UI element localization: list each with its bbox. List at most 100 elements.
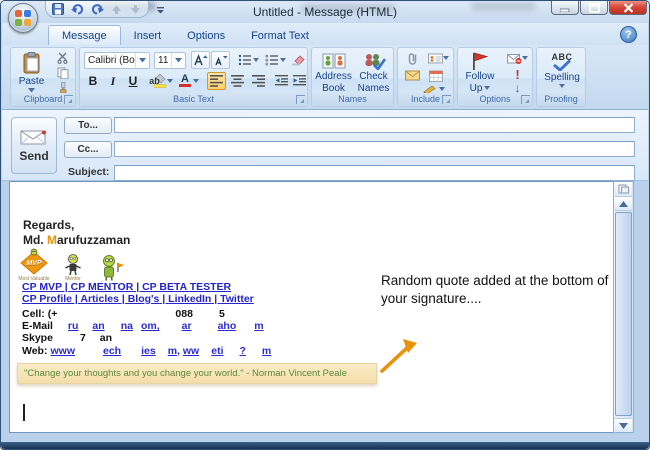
scroll-down-button[interactable] [615, 418, 632, 432]
contact-link-fragment[interactable]: ww [183, 345, 199, 357]
align-center-button[interactable] [228, 72, 247, 90]
include-dialog-launcher[interactable] [442, 95, 451, 104]
signature-link[interactable]: Twitter [220, 293, 254, 305]
signature-link[interactable]: CP MENTOR [71, 281, 134, 293]
next-item-icon[interactable] [128, 2, 144, 17]
basic-text-dialog-launcher[interactable] [296, 95, 305, 104]
calendar-icon[interactable] [425, 68, 447, 83]
to-field[interactable] [114, 117, 635, 133]
contact-link-fragment[interactable]: an [92, 320, 104, 332]
redacted-gap [193, 316, 219, 317]
font-size-dropdown-icon [171, 53, 185, 68]
help-icon[interactable]: ? [620, 26, 637, 43]
numbering-icon[interactable] [263, 51, 287, 69]
font-color-button[interactable]: A [176, 72, 202, 90]
signature-link[interactable]: CP MVP [22, 281, 62, 293]
clear-formatting-icon[interactable] [289, 51, 307, 69]
options-dialog-launcher[interactable] [521, 95, 530, 104]
contact-link-fragment[interactable]: ? [240, 345, 246, 357]
group-names: Address Book Check Names Names [311, 47, 394, 107]
quick-access-toolbar [45, 1, 149, 18]
font-size-combo[interactable]: 11 [154, 52, 186, 69]
scrollbar-top-button[interactable] [615, 182, 632, 197]
office-button[interactable] [8, 3, 38, 33]
permission-icon[interactable] [504, 51, 531, 65]
address-book-button[interactable]: Address Book [314, 49, 353, 94]
contact-link-fragment[interactable]: aho [218, 320, 237, 332]
cc-field[interactable] [114, 141, 635, 157]
minimize-button[interactable] [551, 1, 579, 15]
undo-icon[interactable] [69, 2, 85, 17]
contact-link-fragment[interactable]: m [254, 320, 263, 332]
contact-link-fragment[interactable]: ru [68, 320, 79, 332]
spelling-dropdown-icon [559, 84, 565, 89]
high-importance-icon[interactable]: ! [504, 67, 531, 81]
contact-line: Cell:(+0885 [22, 308, 271, 320]
redacted-gap [224, 353, 240, 354]
contact-link-fragment[interactable]: m [262, 345, 271, 357]
scrollbar-thumb[interactable] [615, 212, 632, 416]
redacted-gap [236, 328, 254, 329]
signature-link[interactable]: LinkedIn [168, 293, 211, 305]
signature-link[interactable]: Articles [80, 293, 119, 305]
underline-button[interactable]: U [124, 72, 142, 90]
contact-link-fragment[interactable]: ies [141, 345, 156, 357]
align-right-button[interactable] [249, 72, 268, 90]
link-separator: | [119, 293, 128, 305]
subject-field[interactable] [114, 165, 635, 181]
font-name-combo[interactable]: Calibri (Bo [84, 52, 150, 69]
signature-link[interactable]: CP BETA TESTER [142, 281, 231, 293]
vertical-scrollbar[interactable] [613, 181, 634, 433]
message-body-editor[interactable]: Regards, Md. Marufuzzaman MVP Most Valua… [9, 181, 613, 433]
paste-button[interactable]: Paste [14, 49, 49, 93]
tab-message[interactable]: Message [48, 25, 121, 45]
signature-link[interactable]: CP Profile [22, 293, 72, 305]
contact-link-fragment[interactable]: m, [168, 345, 180, 357]
increase-indent-icon[interactable] [290, 72, 308, 90]
redacted-gap [133, 328, 141, 329]
maximize-button[interactable] [580, 1, 608, 15]
attach-file-icon[interactable] [402, 51, 422, 65]
tab-format-text[interactable]: Format Text [238, 26, 322, 45]
grow-font-icon[interactable] [191, 51, 210, 69]
decrease-indent-icon[interactable] [272, 72, 290, 90]
contact-link-fragment[interactable]: na [121, 320, 133, 332]
close-button[interactable] [609, 1, 647, 15]
contact-link-fragment[interactable]: ar [182, 320, 192, 332]
attach-item-icon[interactable] [402, 68, 422, 83]
contact-link-fragment[interactable]: om, [141, 320, 160, 332]
signature-link[interactable]: Blog's [128, 293, 160, 305]
save-icon[interactable] [50, 2, 66, 17]
business-card-icon[interactable] [425, 51, 451, 65]
signature-name: Md. Marufuzzaman [23, 233, 130, 247]
customize-quick-access-icon[interactable] [153, 3, 167, 17]
bullets-icon[interactable] [236, 51, 260, 69]
clipboard-dialog-launcher[interactable] [64, 95, 73, 104]
redacted-gap [56, 328, 68, 329]
align-left-button[interactable] [207, 72, 226, 90]
contact-link-fragment[interactable]: eti [211, 345, 223, 357]
scroll-up-button[interactable] [615, 197, 632, 211]
redo-icon[interactable] [89, 2, 105, 17]
contact-link-fragment[interactable]: www [50, 345, 75, 357]
copy-icon[interactable] [53, 66, 72, 80]
font-color-dropdown-icon [193, 79, 199, 84]
cut-icon[interactable] [53, 51, 72, 65]
tab-insert[interactable]: Insert [121, 26, 175, 45]
highlight-button[interactable]: ab [148, 72, 174, 90]
follow-up-button[interactable]: Follow Up [460, 49, 500, 94]
italic-button[interactable]: I [104, 72, 122, 90]
cc-button[interactable]: Cc... [64, 141, 112, 158]
shrink-font-icon[interactable] [211, 51, 230, 69]
bold-button[interactable]: B [84, 72, 102, 90]
group-include: Include [397, 47, 454, 107]
name-highlight-letter: M [47, 233, 57, 247]
spelling-button[interactable]: ABC Spelling [541, 49, 583, 94]
check-names-button[interactable]: Check Names [354, 49, 393, 94]
contact-link-fragment[interactable]: ech [103, 345, 121, 357]
tab-options[interactable]: Options [174, 26, 238, 45]
annotation-arrow-icon [376, 337, 424, 382]
previous-item-icon[interactable] [108, 2, 124, 17]
to-button[interactable]: To... [64, 117, 112, 134]
send-button[interactable]: Send [11, 117, 57, 174]
